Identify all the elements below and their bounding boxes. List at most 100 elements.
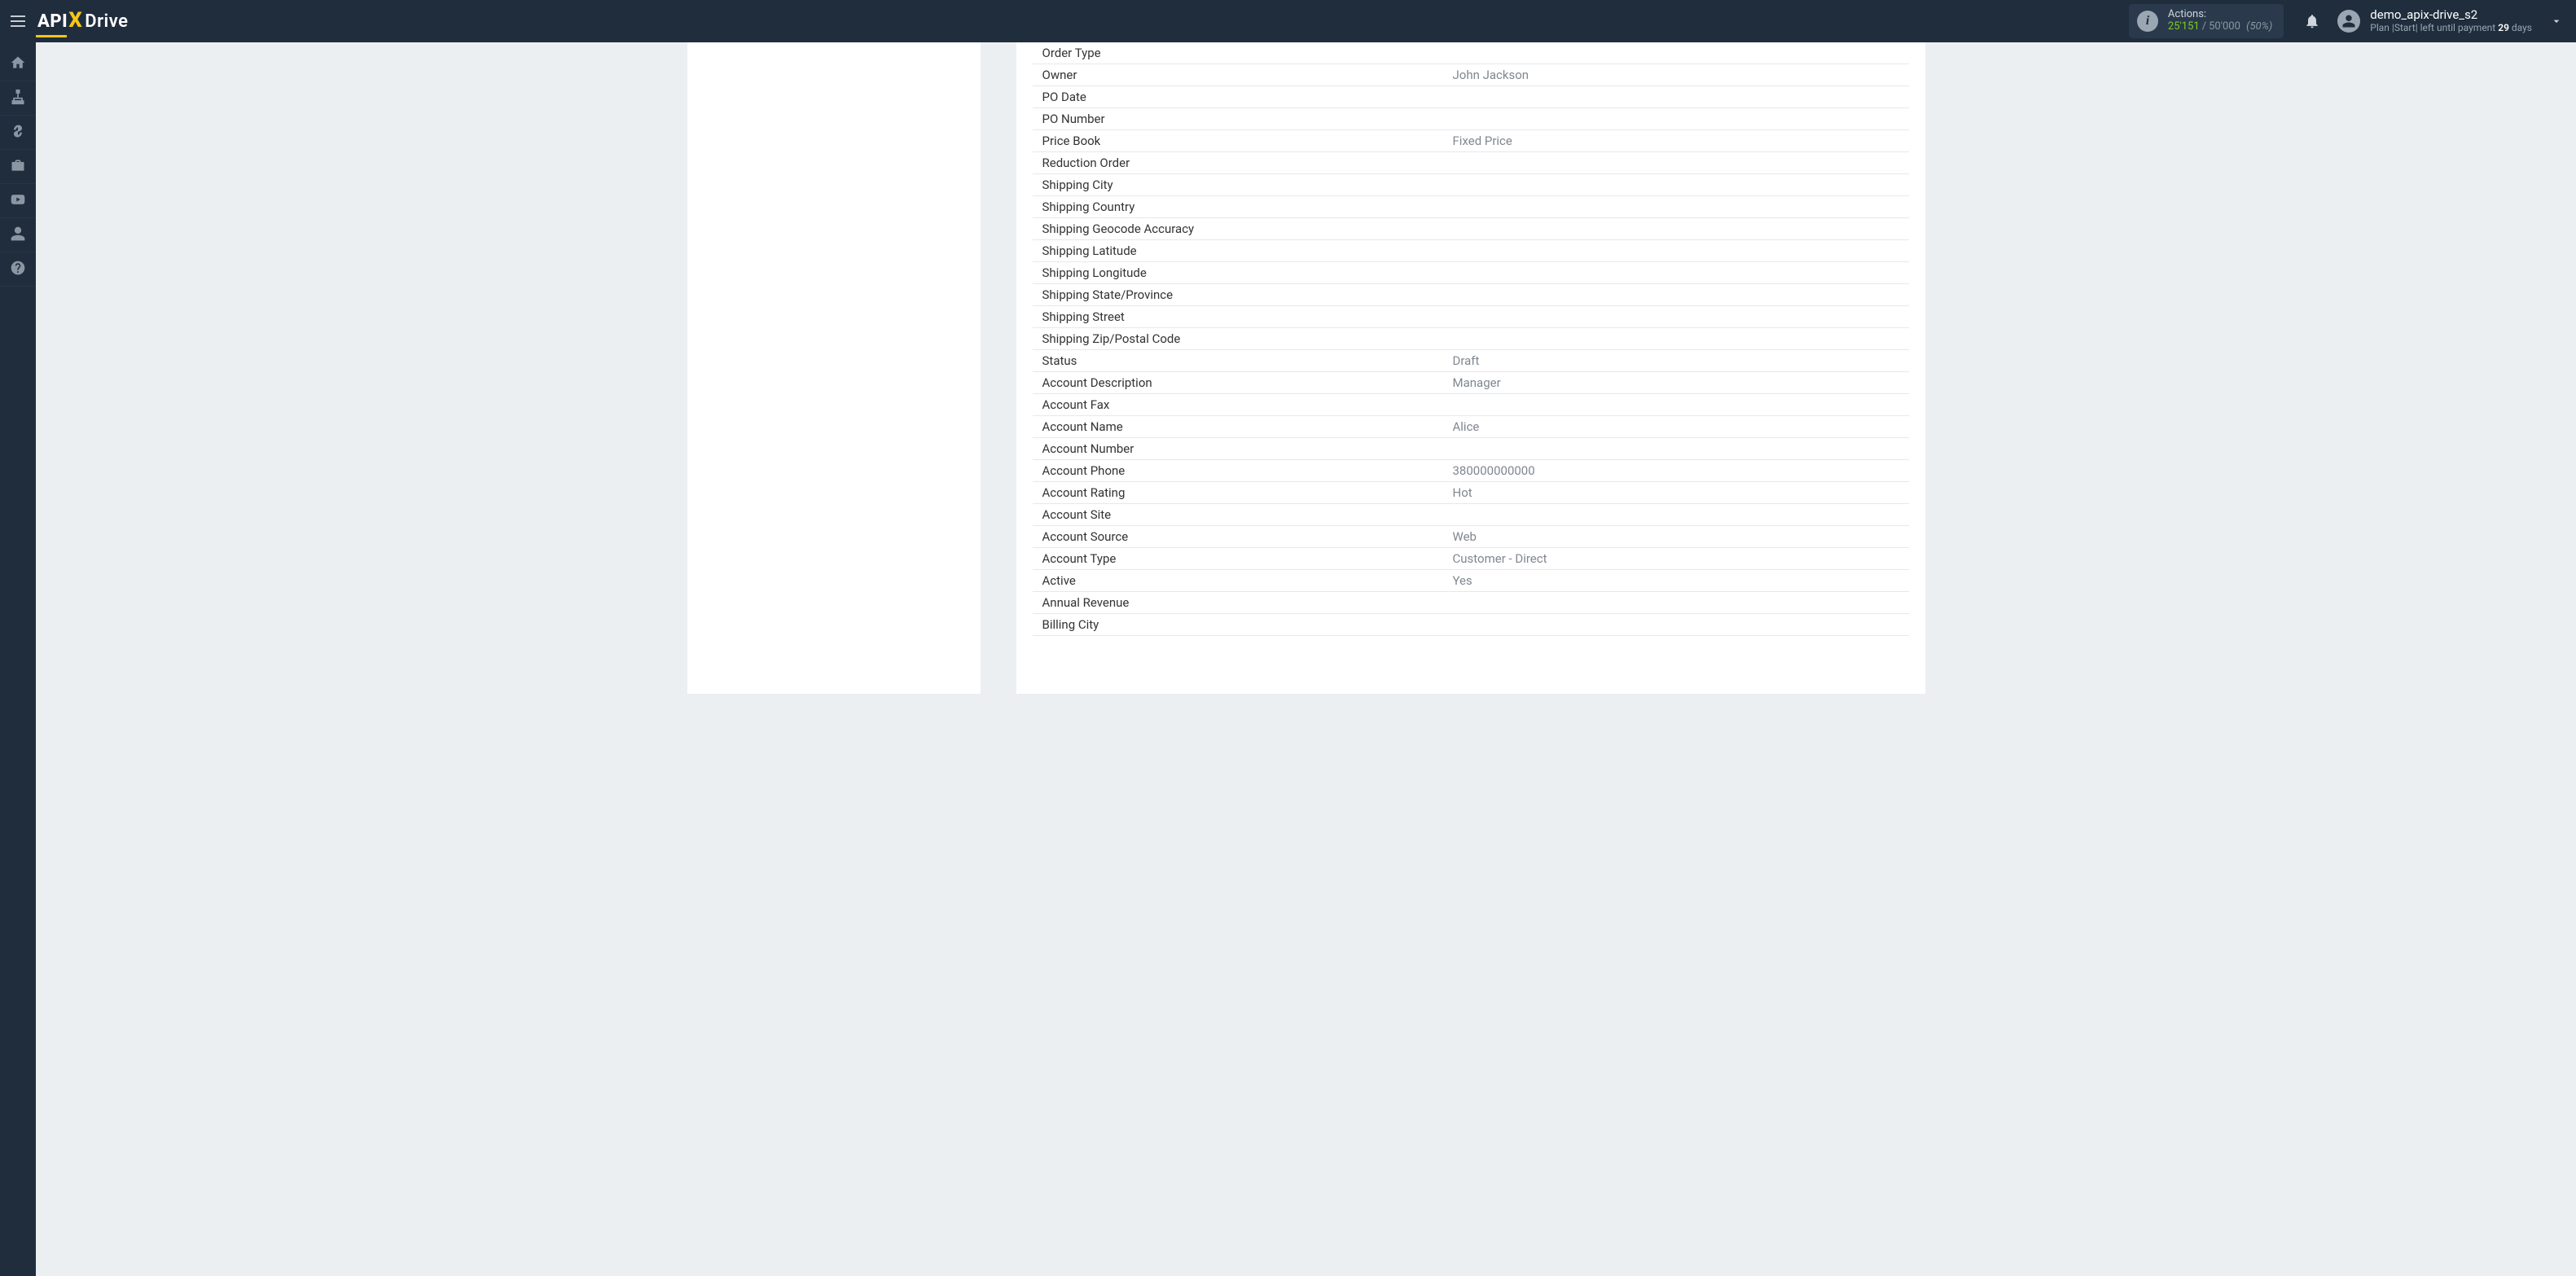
field-row: Shipping Latitude (1033, 240, 1909, 262)
field-row: Shipping State/Province (1033, 284, 1909, 306)
field-row: Shipping Country (1033, 196, 1909, 218)
field-label: Price Book (1033, 134, 1450, 148)
logo-text-api: API (37, 11, 68, 32)
user-dropdown-toggle[interactable] (2542, 7, 2571, 36)
field-row: ActiveYes (1033, 570, 1909, 592)
field-row: Annual Revenue (1033, 592, 1909, 614)
field-row: Account Phone380000000000 (1033, 460, 1909, 482)
logo[interactable]: API X Drive (37, 9, 128, 33)
content-scroll[interactable]: Order TypeOwnerJohn JacksonPO DatePO Num… (36, 42, 2576, 1276)
user-plan-prefix: Plan |Start| left until payment (2370, 22, 2498, 33)
field-label: Shipping Street (1033, 309, 1450, 324)
home-icon (10, 55, 26, 74)
sidebar-item-videos[interactable] (0, 184, 36, 218)
field-label: PO Number (1033, 112, 1450, 126)
field-value: Hot (1450, 485, 1909, 500)
field-row: Shipping Zip/Postal Code (1033, 328, 1909, 350)
logo-underline (36, 35, 67, 37)
field-label: Account Type (1033, 551, 1450, 566)
actions-usage-text: Actions: 25'151/50'000 (50%) (2168, 9, 2272, 33)
field-label: Reduction Order (1033, 156, 1450, 170)
field-value: Manager (1450, 375, 1909, 390)
user-plan-days: 29 (2498, 22, 2509, 33)
field-row: Shipping Geocode Accuracy (1033, 218, 1909, 240)
field-row: Account NameAlice (1033, 416, 1909, 438)
field-label: Shipping Longitude (1033, 265, 1450, 280)
field-label: Shipping State/Province (1033, 287, 1450, 302)
field-row: Shipping City (1033, 174, 1909, 196)
user-plan-line: Plan |Start| left until payment 29 days (2370, 23, 2532, 34)
field-row: Account Fax (1033, 394, 1909, 416)
sidebar-item-home[interactable] (0, 47, 36, 81)
field-label: Shipping Country (1033, 200, 1450, 214)
actions-used: 25'151 (2168, 20, 2200, 33)
field-label: Account Description (1033, 375, 1450, 390)
field-label: Account Phone (1033, 463, 1450, 478)
actions-limit: 50'000 (2209, 20, 2240, 33)
field-row: Price BookFixed Price (1033, 130, 1909, 152)
field-row: Billing City (1033, 614, 1909, 636)
field-row: PO Number (1033, 108, 1909, 130)
field-value: Alice (1450, 419, 1909, 434)
youtube-icon (10, 191, 26, 211)
field-row: Shipping Longitude (1033, 262, 1909, 284)
menu-toggle-button[interactable] (0, 0, 36, 42)
field-label: Account Rating (1033, 485, 1450, 500)
sidebar (0, 42, 36, 1276)
field-value: Web (1450, 529, 1909, 544)
actions-sep: / (2200, 20, 2209, 33)
field-label: Account Source (1033, 529, 1450, 544)
user-name: demo_apix-drive_s2 (2370, 8, 2532, 22)
field-label: PO Date (1033, 90, 1450, 104)
actions-usage-pill[interactable]: i Actions: 25'151/50'000 (50%) (2129, 4, 2284, 38)
field-label: Owner (1033, 68, 1450, 82)
field-label: Shipping City (1033, 178, 1450, 192)
field-label: Status (1033, 353, 1450, 368)
user-icon (10, 226, 26, 245)
sidebar-item-projects[interactable] (0, 150, 36, 184)
actions-percent: (50%) (2246, 20, 2272, 33)
field-row: Account Number (1033, 438, 1909, 460)
sidebar-item-connections[interactable] (0, 81, 36, 116)
user-text: demo_apix-drive_s2 Plan |Start| left unt… (2370, 8, 2532, 33)
user-menu[interactable]: demo_apix-drive_s2 Plan |Start| left unt… (2337, 8, 2532, 33)
field-list: Order TypeOwnerJohn JacksonPO DatePO Num… (1033, 42, 1909, 636)
field-row: Reduction Order (1033, 152, 1909, 174)
notifications-button[interactable] (2298, 7, 2326, 35)
bell-icon (2304, 13, 2320, 29)
field-row: Account RatingHot (1033, 482, 1909, 504)
field-label: Active (1033, 573, 1450, 588)
field-row: Account SourceWeb (1033, 526, 1909, 548)
sidebar-item-account[interactable] (0, 218, 36, 252)
field-row: Account Site (1033, 504, 1909, 526)
field-row: PO Date (1033, 86, 1909, 108)
field-value: Draft (1450, 353, 1909, 368)
sidebar-item-help[interactable] (0, 252, 36, 287)
logo-text-x: X (68, 8, 82, 33)
logo-text-drive: Drive (85, 11, 128, 32)
field-label: Account Fax (1033, 397, 1450, 412)
field-label: Billing City (1033, 617, 1450, 632)
field-label: Account Name (1033, 419, 1450, 434)
field-label: Account Site (1033, 507, 1450, 522)
field-label: Account Number (1033, 441, 1450, 456)
field-row: OwnerJohn Jackson (1033, 64, 1909, 86)
hamburger-icon (11, 20, 25, 22)
field-label: Shipping Zip/Postal Code (1033, 331, 1450, 346)
field-row: Order Type (1033, 42, 1909, 64)
field-row: Account TypeCustomer - Direct (1033, 548, 1909, 570)
dollar-icon (10, 123, 26, 143)
field-value: Fixed Price (1450, 134, 1909, 148)
field-label: Shipping Geocode Accuracy (1033, 221, 1450, 236)
field-row: StatusDraft (1033, 350, 1909, 372)
avatar-icon (2337, 10, 2360, 33)
sidebar-item-billing[interactable] (0, 116, 36, 150)
field-value: Customer - Direct (1450, 551, 1909, 566)
sitemap-icon (10, 89, 26, 108)
field-value: Yes (1450, 573, 1909, 588)
chevron-down-icon (2550, 15, 2563, 28)
field-value: John Jackson (1450, 68, 1909, 82)
info-icon: i (2137, 11, 2158, 32)
field-value: 380000000000 (1450, 463, 1909, 478)
field-label: Order Type (1033, 46, 1450, 60)
